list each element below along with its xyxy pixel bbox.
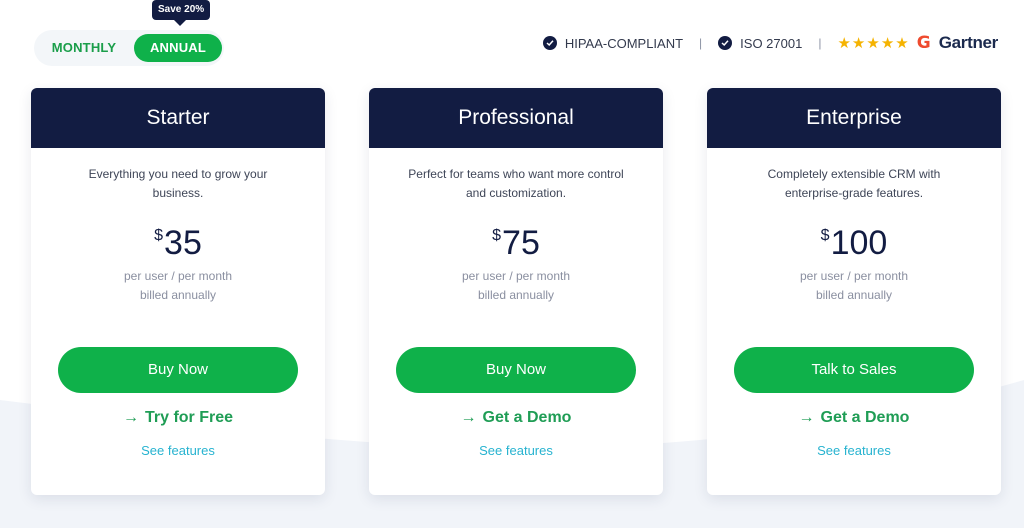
price-amount: 35	[164, 224, 202, 262]
currency-symbol: $	[154, 227, 164, 244]
billing-period: billed annually	[139, 288, 217, 302]
iso-label: ISO 27001	[740, 35, 803, 51]
plan-name: Starter	[31, 88, 325, 148]
plan-name: Enterprise	[707, 88, 1001, 148]
separator: |	[699, 36, 703, 50]
talk-to-sales-button[interactable]: Talk to Sales	[734, 347, 974, 393]
gartner-logo: Gartner	[938, 33, 999, 52]
arrow-right-icon: →	[122, 409, 139, 426]
secondary-link-label: Get a Demo	[820, 409, 910, 426]
buy-now-button[interactable]: Buy Now	[58, 347, 298, 393]
currency-symbol: $	[820, 227, 830, 244]
star-icon: ★	[880, 34, 895, 52]
get-a-demo-link[interactable]: → Get a Demo	[799, 409, 910, 427]
plan-card-enterprise: Enterprise Completely extensible CRM wit…	[707, 88, 1001, 495]
plan-description: Everything you need to grow your busines…	[88, 167, 268, 200]
see-features-link[interactable]: See features	[479, 443, 553, 458]
plan-name: Professional	[369, 88, 663, 148]
get-a-demo-link[interactable]: → Get a Demo	[461, 409, 572, 427]
billing-toggle: MONTHLY ANNUAL	[34, 30, 224, 66]
plan-description: Completely extensible CRM with enterpris…	[767, 167, 941, 200]
star-icon: ★	[851, 34, 866, 52]
save-tooltip: Save 20%	[152, 0, 211, 26]
plan-card-professional: Professional Perfect for teams who want …	[369, 88, 663, 495]
plan-description: Perfect for teams who want more control …	[408, 167, 624, 200]
secondary-link-label: Get a Demo	[482, 409, 572, 426]
star-icon: ★	[866, 34, 880, 52]
pricing-cards: Starter Everything you need to grow your…	[31, 88, 1001, 495]
see-features-link[interactable]: See features	[141, 443, 215, 458]
price-unit: per user / per month	[461, 269, 571, 283]
plan-price: $ 35	[154, 223, 202, 263]
plan-price: $ 75	[492, 223, 540, 263]
try-for-free-link[interactable]: → Try for Free	[123, 409, 233, 427]
star-icon: ★	[895, 34, 909, 52]
billing-period: billed annually	[815, 288, 893, 302]
currency-symbol: $	[492, 227, 502, 244]
arrow-right-icon: →	[798, 409, 815, 426]
arrow-right-icon: →	[460, 409, 477, 426]
plan-card-starter: Starter Everything you need to grow your…	[31, 88, 325, 495]
toggle-annual[interactable]: ANNUAL	[134, 34, 222, 62]
trust-bar: HIPAA-COMPLIANT | ISO 27001 | ★ ★ ★ ★ ★ …	[542, 33, 999, 53]
iso-badge: ISO 27001	[718, 36, 802, 51]
price-amount: 100	[830, 224, 888, 262]
g2-logo-icon: G	[916, 33, 931, 53]
separator: |	[818, 36, 822, 50]
toggle-monthly[interactable]: MONTHLY	[34, 34, 134, 62]
star-icon: ★	[837, 34, 851, 52]
check-circle-icon	[718, 36, 733, 50]
see-features-link[interactable]: See features	[817, 443, 891, 458]
billing-period: billed annually	[477, 288, 555, 302]
check-circle-icon	[542, 36, 557, 50]
buy-now-button[interactable]: Buy Now	[396, 347, 636, 393]
secondary-link-label: Try for Free	[144, 409, 234, 426]
hipaa-label: HIPAA-COMPLIANT	[564, 35, 684, 51]
hipaa-badge: HIPAA-COMPLIANT	[542, 35, 684, 51]
price-unit: per user / per month	[123, 269, 233, 283]
plan-price: $ 100	[821, 223, 888, 263]
rating-stars: ★ ★ ★ ★ ★	[837, 36, 908, 51]
price-unit: per user / per month	[799, 269, 909, 283]
price-amount: 75	[502, 224, 540, 262]
